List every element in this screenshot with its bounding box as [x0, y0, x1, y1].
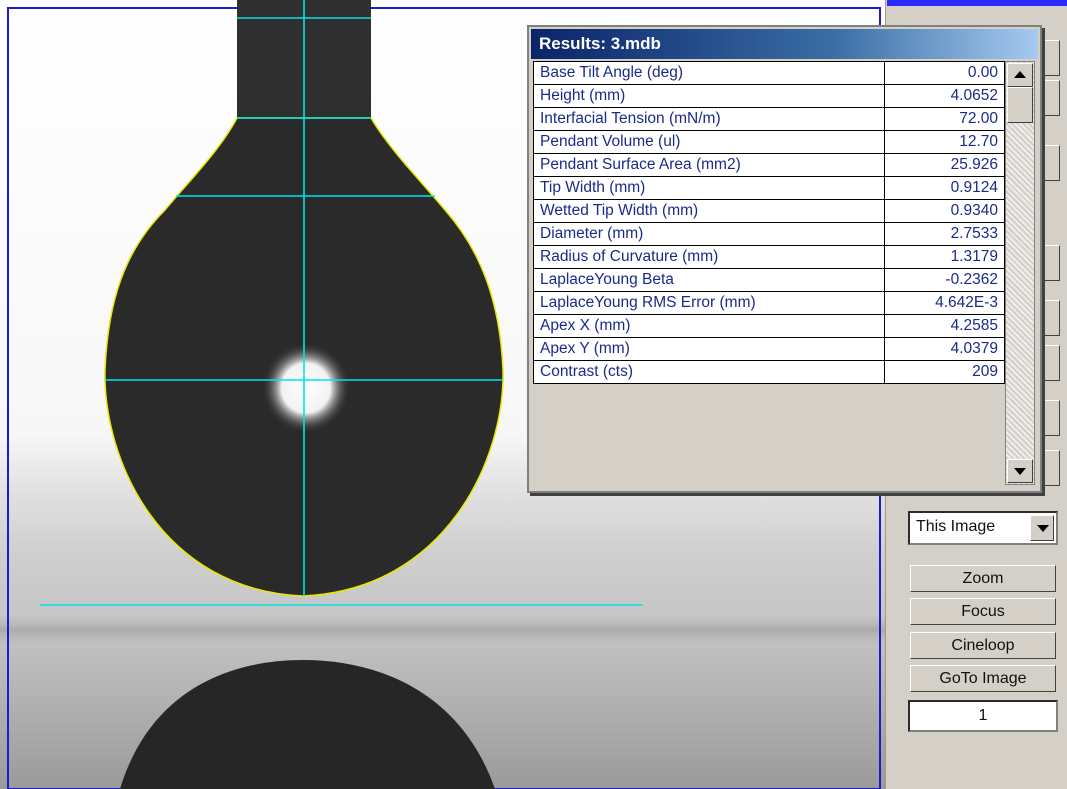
result-value: 2.7533 [884, 222, 1005, 246]
result-label: Radius of Curvature (mm) [533, 245, 885, 269]
results-title-bar[interactable]: Results: 3.mdb [531, 29, 1038, 59]
result-row[interactable]: Interfacial Tension (mN/m) 72.00 [533, 107, 1005, 131]
result-value: 4.0652 [884, 84, 1005, 108]
result-row[interactable]: Apex X (mm) 4.2585 [533, 314, 1005, 338]
image-number-input[interactable]: 1 [908, 700, 1058, 732]
hidden-control[interactable] [1040, 450, 1060, 486]
result-label: Interfacial Tension (mN/m) [533, 107, 885, 131]
result-value: 209 [884, 360, 1005, 384]
focus-button[interactable]: Focus [910, 598, 1056, 625]
zoom-button[interactable]: Zoom [910, 565, 1056, 592]
hidden-control[interactable] [1040, 40, 1060, 76]
result-value: 25.926 [884, 153, 1005, 177]
hidden-control[interactable] [1040, 245, 1060, 281]
result-value: 72.00 [884, 107, 1005, 131]
image-scope-value: This Image [916, 518, 996, 535]
image-scope-select[interactable]: This Image [908, 511, 1058, 545]
result-value: 4.0379 [884, 337, 1005, 361]
result-row[interactable]: Contrast (cts) 209 [533, 360, 1005, 384]
result-row[interactable]: LaplaceYoung RMS Error (mm) 4.642E-3 [533, 291, 1005, 315]
result-label: Pendant Surface Area (mm2) [533, 153, 885, 177]
result-row[interactable]: Pendant Surface Area (mm2) 25.926 [533, 153, 1005, 177]
result-row[interactable]: Tip Width (mm) 0.9124 [533, 176, 1005, 200]
result-row[interactable]: LaplaceYoung Beta -0.2362 [533, 268, 1005, 292]
result-row[interactable]: Height (mm) 4.0652 [533, 84, 1005, 108]
result-label: Wetted Tip Width (mm) [533, 199, 885, 223]
goto-image-button[interactable]: GoTo Image [910, 665, 1056, 692]
result-value: 0.9124 [884, 176, 1005, 200]
result-label: Diameter (mm) [533, 222, 885, 246]
scroll-thumb[interactable] [1007, 87, 1033, 123]
result-row[interactable]: Apex Y (mm) 4.0379 [533, 337, 1005, 361]
result-value: 0.9340 [884, 199, 1005, 223]
result-label: Pendant Volume (ul) [533, 130, 885, 154]
result-label: LaplaceYoung RMS Error (mm) [533, 291, 885, 315]
hidden-control[interactable] [1040, 345, 1060, 381]
result-row[interactable]: Wetted Tip Width (mm) 0.9340 [533, 199, 1005, 223]
panel-top-bar [887, 0, 1067, 6]
result-row[interactable]: Pendant Volume (ul) 12.70 [533, 130, 1005, 154]
result-value: 12.70 [884, 130, 1005, 154]
dropdown-arrow-icon[interactable] [1030, 515, 1054, 541]
result-value: 1.3179 [884, 245, 1005, 269]
result-label: Tip Width (mm) [533, 176, 885, 200]
result-label: Apex Y (mm) [533, 337, 885, 361]
result-row[interactable]: Diameter (mm) 2.7533 [533, 222, 1005, 246]
result-value: -0.2362 [884, 268, 1005, 292]
result-label: Base Tilt Angle (deg) [533, 61, 885, 85]
results-table: Base Tilt Angle (deg) 0.00 Height (mm) 4.06… [533, 61, 1005, 384]
result-value: 0.00 [884, 61, 1005, 85]
results-title: Results: 3.mdb [539, 34, 661, 53]
result-label: LaplaceYoung Beta [533, 268, 885, 292]
hidden-control[interactable] [1040, 80, 1060, 116]
hidden-control[interactable] [1040, 145, 1060, 181]
result-value: 4.642E-3 [884, 291, 1005, 315]
scroll-up-arrow-icon[interactable] [1007, 63, 1033, 87]
result-value: 4.2585 [884, 314, 1005, 338]
result-label: Contrast (cts) [533, 360, 885, 384]
results-window: Results: 3.mdb Base Tilt Angle (deg) 0.00… [527, 25, 1042, 493]
hidden-control[interactable] [1040, 300, 1060, 336]
scroll-down-arrow-icon[interactable] [1007, 459, 1033, 483]
drop-glare [262, 343, 350, 433]
cineloop-button[interactable]: Cineloop [910, 632, 1056, 659]
result-label: Height (mm) [533, 84, 885, 108]
result-row[interactable]: Radius of Curvature (mm) 1.3179 [533, 245, 1005, 269]
results-scrollbar[interactable] [1005, 61, 1035, 485]
result-label: Apex X (mm) [533, 314, 885, 338]
hidden-control[interactable] [1040, 400, 1060, 436]
result-row[interactable]: Base Tilt Angle (deg) 0.00 [533, 61, 1005, 85]
baseline-haze [0, 615, 885, 645]
